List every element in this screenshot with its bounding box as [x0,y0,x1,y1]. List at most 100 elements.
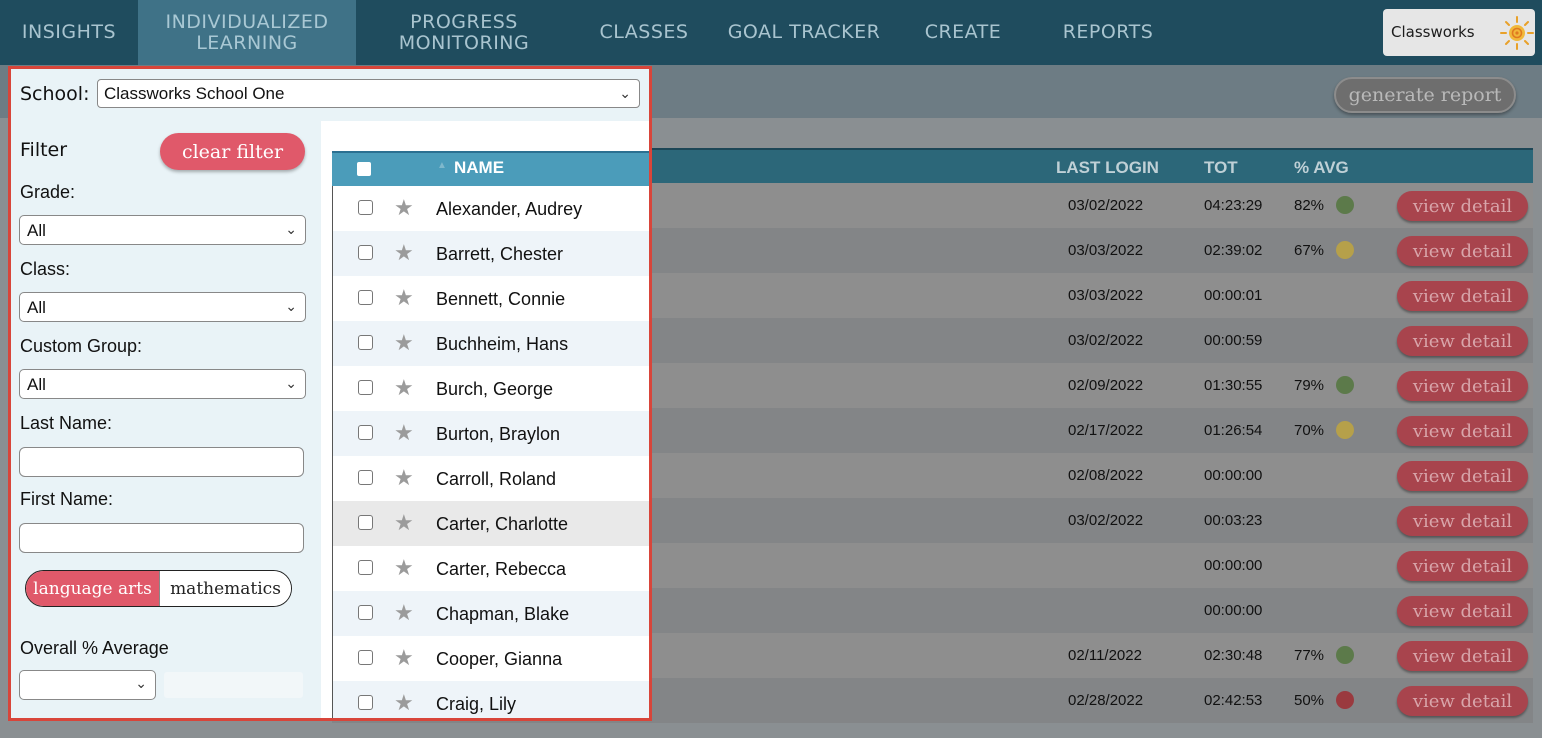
header-last-login[interactable]: LAST LOGIN [1056,158,1159,178]
view-detail-button[interactable]: view detail [1397,416,1528,446]
star-icon[interactable]: ★ [394,600,414,626]
average-value-input[interactable] [164,672,303,698]
clear-filter-button[interactable]: clear filter [160,133,305,170]
view-detail-button[interactable]: view detail [1397,371,1528,401]
nav-create[interactable]: CREATE [914,0,1012,65]
student-row[interactable]: ★ Carter, Rebecca [333,546,649,591]
student-row[interactable]: ★ Burton, Braylon [333,411,649,456]
subject-mathematics[interactable]: mathematics [159,571,291,606]
row-checkbox[interactable] [358,650,373,665]
status-dot [1336,376,1354,394]
student-row[interactable]: ★ Carter, Charlotte [333,501,649,546]
star-icon[interactable]: ★ [394,240,414,266]
student-row[interactable]: ★ Bennett, Connie [333,276,649,321]
total-time-cell: 02:39:02 [1204,242,1263,259]
sun-spiral-logo-icon [1500,16,1534,50]
select-all-checkbox[interactable] [357,162,371,176]
row-checkbox[interactable] [358,560,373,575]
view-detail-button[interactable]: view detail [1397,326,1528,356]
class-select[interactable]: All ⌄ [19,292,306,322]
row-checkbox[interactable] [358,470,373,485]
view-detail-button[interactable]: view detail [1397,551,1528,581]
average-cell: 77% [1294,647,1325,664]
last-login-cell: 03/03/2022 [1068,242,1144,259]
header-name[interactable]: NAME [454,158,504,178]
custom-group-select[interactable]: All ⌄ [19,369,306,399]
star-icon[interactable]: ★ [394,330,414,356]
row-checkbox[interactable] [358,425,373,440]
star-icon[interactable]: ★ [394,690,414,716]
average-cell: 79% [1294,377,1325,394]
star-icon[interactable]: ★ [394,375,414,401]
last-name-label: Last Name: [20,413,113,433]
student-row[interactable]: ★ Chapman, Blake [333,591,649,636]
name-column-header: ▲ NAME [332,151,649,186]
row-checkbox[interactable] [358,290,373,305]
student-name: Burton, Braylon [436,424,561,444]
first-name-input[interactable] [19,523,304,553]
star-icon[interactable]: ★ [394,420,414,446]
subject-language-arts[interactable]: language arts [26,571,159,606]
student-row[interactable]: ★ Carroll, Roland [333,456,649,501]
row-checkbox[interactable] [358,245,373,260]
header-tot[interactable]: TOT [1204,158,1238,178]
header-avg[interactable]: % AVG [1294,158,1349,178]
nav-insights[interactable]: INSIGHTS [0,0,138,65]
student-name-list: ★ Alexander, Audrey ★ Barrett, Chester ★ Benn… [332,186,649,718]
view-detail-button[interactable]: view detail [1397,506,1528,536]
student-name: Bennett, Connie [436,289,566,309]
star-icon[interactable]: ★ [394,645,414,671]
last-login-cell: 03/03/2022 [1068,287,1144,304]
view-detail-button[interactable]: view detail [1397,236,1528,266]
nav-label: PROGRESS [410,10,518,33]
total-time-cell: 00:00:00 [1204,602,1263,619]
nav-progress-monitoring[interactable]: PROGRESS MONITORING [380,0,548,65]
view-detail-button[interactable]: view detail [1397,191,1528,221]
generate-report-button[interactable]: generate report [1334,77,1516,113]
total-time-cell: 00:00:00 [1204,557,1263,574]
view-detail-button[interactable]: view detail [1397,461,1528,491]
star-icon[interactable]: ★ [394,195,414,221]
view-detail-button[interactable]: view detail [1397,686,1528,716]
school-selector-row: School: Classworks School One ⌄ [11,69,649,121]
view-detail-button[interactable]: view detail [1397,281,1528,311]
nav-label: CREATE [924,21,1002,43]
school-label: School: [20,83,90,105]
row-checkbox[interactable] [358,200,373,215]
student-row[interactable]: ★ Alexander, Audrey [333,186,649,231]
star-icon[interactable]: ★ [394,285,414,311]
chevron-down-icon: ⌄ [619,85,631,101]
nav-reports[interactable]: REPORTS [1052,0,1164,65]
status-dot [1336,646,1354,664]
nav-individualized-learning[interactable]: INDIVIDUALIZED LEARNING [138,0,356,65]
star-icon[interactable]: ★ [394,555,414,581]
total-time-cell: 04:23:29 [1204,197,1263,214]
row-checkbox[interactable] [358,605,373,620]
nav-label: GOAL TRACKER [727,21,881,43]
school-select[interactable]: Classworks School One ⌄ [97,79,640,108]
view-detail-button[interactable]: view detail [1397,641,1528,671]
last-name-input[interactable] [19,447,304,477]
filter-sidebar: Filter clear filter Grade: All ⌄ Class: … [11,121,321,718]
total-time-cell: 00:00:59 [1204,332,1263,349]
student-row[interactable]: ★ Cooper, Gianna [333,636,649,681]
nav-label: REPORTS [1062,21,1154,43]
average-operator-select[interactable]: ⌄ [19,670,156,700]
student-row[interactable]: ★ Craig, Lily [333,681,649,718]
classworks-logo[interactable]: Classworks [1383,9,1535,56]
row-checkbox[interactable] [358,335,373,350]
view-detail-button[interactable]: view detail [1397,596,1528,626]
status-dot [1336,691,1354,709]
row-checkbox[interactable] [358,695,373,710]
row-checkbox[interactable] [358,380,373,395]
nav-classes[interactable]: CLASSES [588,0,700,65]
student-row[interactable]: ★ Buchheim, Hans [333,321,649,366]
student-row[interactable]: ★ Barrett, Chester [333,231,649,276]
star-icon[interactable]: ★ [394,465,414,491]
student-row[interactable]: ★ Burch, George [333,366,649,411]
grade-select[interactable]: All ⌄ [19,215,306,245]
row-checkbox[interactable] [358,515,373,530]
star-icon[interactable]: ★ [394,510,414,536]
total-time-cell: 01:30:55 [1204,377,1263,394]
nav-goal-tracker[interactable]: GOAL TRACKER [716,0,892,65]
